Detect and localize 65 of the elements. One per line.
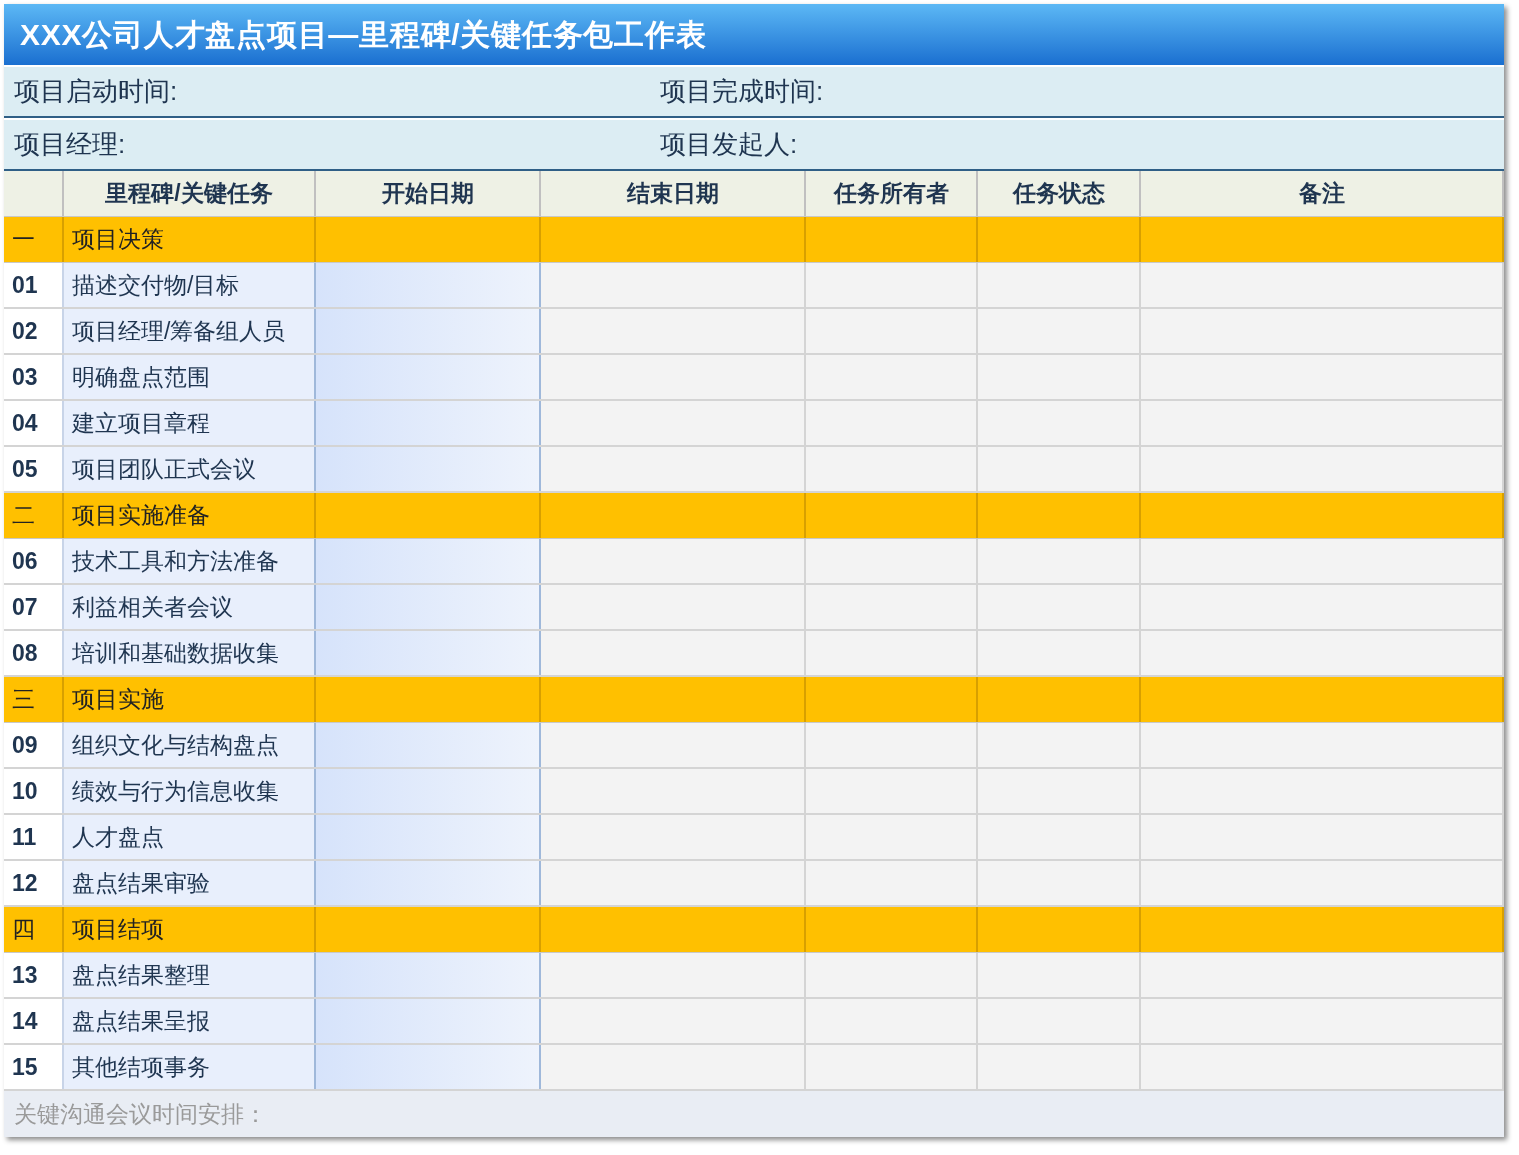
- task-number: 13: [12, 960, 38, 990]
- date-cell[interactable]: [316, 815, 541, 859]
- sheet-title: XXX公司人才盘点项目—里程碑/关键任务包工作表: [20, 17, 707, 53]
- task-name: 绩效与行为信息收集: [72, 776, 279, 806]
- info-label: 项目完成时间:: [660, 75, 824, 108]
- task-number: 12: [12, 868, 38, 898]
- date-cell[interactable]: [316, 999, 541, 1043]
- column-header: 任务状态: [1012, 179, 1105, 209]
- section-name: 项目决策: [72, 225, 164, 255]
- section-number: 三: [12, 685, 35, 715]
- task-name: 组织文化与结构盘点: [72, 730, 279, 760]
- date-cell[interactable]: [316, 309, 541, 353]
- task-name: 培训和基础数据收集: [72, 638, 279, 668]
- info-label: 项目启动时间:: [13, 75, 179, 108]
- task-name: 利益相关者会议: [72, 592, 233, 622]
- column-header: 结束日期: [626, 179, 719, 209]
- date-cell[interactable]: [316, 723, 541, 767]
- date-cell[interactable]: [316, 585, 541, 629]
- date-cell[interactable]: [316, 953, 541, 997]
- footer-note: 关键沟通会议时间安排：: [14, 1099, 267, 1129]
- column-header: 开始日期: [381, 179, 474, 209]
- task-number: 11: [12, 822, 37, 852]
- date-cell[interactable]: [316, 447, 541, 491]
- info-label: 项目经理:: [13, 128, 127, 161]
- task-name: 盘点结果审验: [72, 868, 210, 898]
- column-header: 里程碑/关键任务: [105, 179, 273, 209]
- column-header: 备注: [1298, 179, 1345, 209]
- task-number: 05: [12, 454, 38, 484]
- task-number: 03: [12, 362, 38, 392]
- task-number: 09: [12, 730, 38, 760]
- task-number: 02: [12, 316, 38, 346]
- task-name: 技术工具和方法准备: [72, 546, 279, 576]
- section-name: 项目实施: [72, 685, 164, 715]
- task-number: 08: [12, 638, 38, 668]
- task-number: 14: [12, 1006, 38, 1036]
- info-label: 项目发起人:: [660, 128, 798, 161]
- section-number: 一: [12, 225, 35, 255]
- date-cell[interactable]: [316, 263, 541, 307]
- date-cell[interactable]: [316, 631, 541, 675]
- task-name: 其他结项事务: [72, 1052, 210, 1082]
- task-name: 盘点结果呈报: [72, 1006, 210, 1036]
- task-name: 明确盘点范围: [72, 362, 210, 392]
- date-cell[interactable]: [316, 769, 541, 813]
- task-number: 07: [12, 592, 38, 622]
- date-cell[interactable]: [316, 401, 541, 445]
- task-number: 06: [12, 546, 38, 576]
- task-number: 15: [12, 1052, 38, 1082]
- task-name: 描述交付物/目标: [72, 270, 240, 300]
- section-number: 二: [12, 501, 35, 531]
- task-number: 10: [12, 776, 38, 806]
- date-cell[interactable]: [316, 861, 541, 905]
- task-number: 01: [12, 270, 38, 300]
- task-name: 建立项目章程: [72, 408, 210, 438]
- task-name: 盘点结果整理: [72, 960, 210, 990]
- date-cell[interactable]: [316, 355, 541, 399]
- section-name: 项目实施准备: [72, 501, 210, 531]
- task-number: 04: [12, 408, 38, 438]
- task-name: 人才盘点: [72, 822, 164, 852]
- date-cell[interactable]: [316, 539, 541, 583]
- column-header: 任务所有者: [833, 179, 949, 209]
- section-name: 项目结项: [72, 915, 164, 945]
- task-name: 项目团队正式会议: [72, 454, 256, 484]
- task-name: 项目经理/筹备组人员: [72, 316, 286, 346]
- section-number: 四: [12, 915, 35, 945]
- date-cell[interactable]: [316, 1045, 541, 1089]
